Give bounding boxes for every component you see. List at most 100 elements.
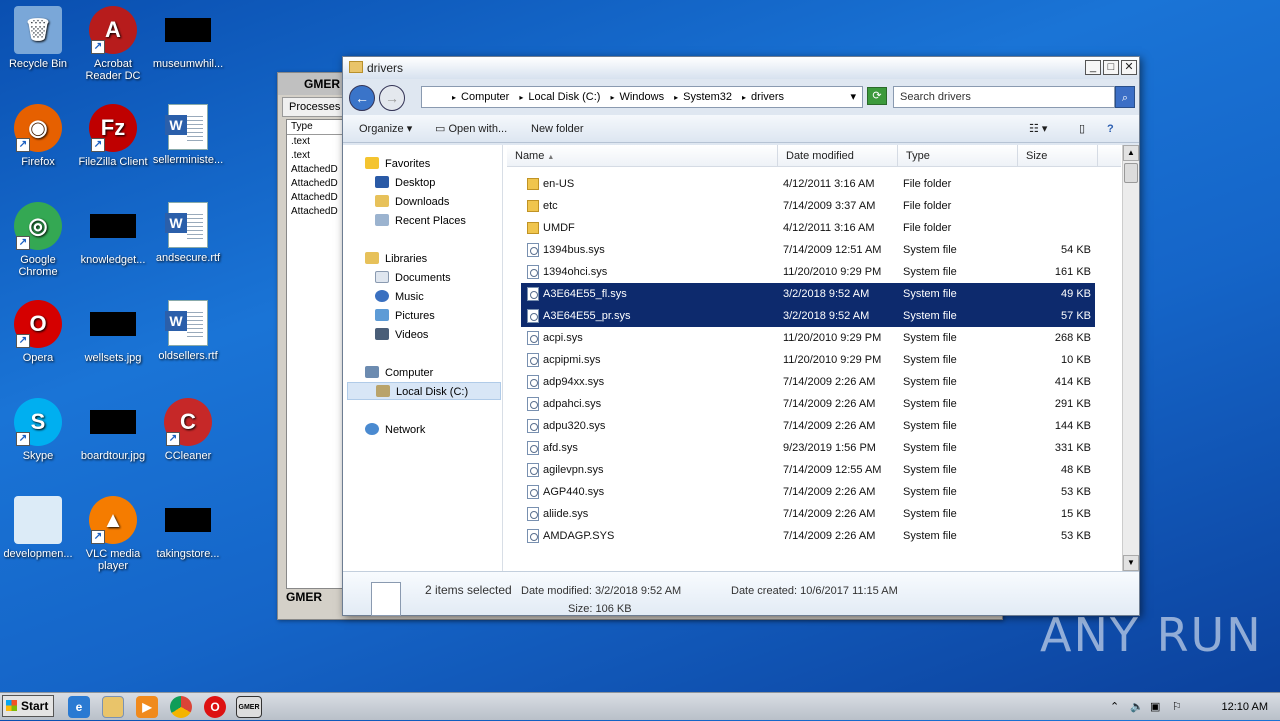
navigation-pane[interactable]: Favorites Desktop Downloads Recent Place… bbox=[343, 145, 503, 571]
nav-desktop[interactable]: Desktop bbox=[375, 174, 435, 192]
close-button[interactable]: ✕ bbox=[1121, 60, 1137, 75]
breadcrumb-item[interactable]: ▸ drivers bbox=[742, 91, 784, 103]
forward-button[interactable]: → bbox=[379, 85, 405, 111]
nav-pictures[interactable]: Pictures bbox=[375, 307, 435, 325]
gmer-row[interactable]: AttachedD bbox=[291, 163, 341, 177]
desktop-icon-7[interactable]: ◎ ↗ Google Chrome bbox=[0, 202, 76, 278]
vertical-scrollbar[interactable]: ▲ ▼ bbox=[1122, 145, 1139, 571]
file-row[interactable]: aliide.sys 7/14/2009 2:26 AM System file 15… bbox=[521, 503, 1095, 525]
desktop-icon-2[interactable]: A ↗ Acrobat Reader DC bbox=[75, 6, 151, 82]
file-row[interactable]: acpipmi.sys 11/20/2010 9:29 PM System file… bbox=[521, 349, 1095, 371]
scroll-up-icon[interactable]: ▲ bbox=[1123, 145, 1139, 161]
gmer-row[interactable]: AttachedD bbox=[291, 205, 341, 219]
explorer-titlebar[interactable]: drivers _ □ ✕ bbox=[343, 57, 1139, 79]
file-row[interactable]: AGP440.sys 7/14/2009 2:26 AM System file 53… bbox=[521, 481, 1095, 503]
desktop-icon-13[interactable]: S ↗ Skype bbox=[0, 398, 76, 462]
gmer-row[interactable]: .text bbox=[291, 135, 341, 149]
media-player-icon[interactable]: ▶ bbox=[136, 696, 158, 718]
gmer-tab-processes[interactable]: Processes bbox=[282, 97, 348, 117]
new-folder-button[interactable]: New folder bbox=[531, 115, 584, 143]
file-row[interactable]: 1394bus.sys 7/14/2009 12:51 AM System file… bbox=[521, 239, 1095, 261]
nav-videos[interactable]: Videos bbox=[375, 326, 428, 344]
network-tray-icon[interactable]: ▣ bbox=[1150, 693, 1160, 721]
gmer-taskbar-icon[interactable]: GMER bbox=[236, 696, 262, 718]
nav-computer[interactable]: Computer bbox=[365, 364, 433, 382]
breadcrumb-item[interactable]: ▸ Local Disk (C:) bbox=[519, 91, 600, 103]
column-date-modified[interactable]: Date modified bbox=[778, 145, 898, 167]
column-type[interactable]: Type bbox=[898, 145, 1018, 167]
chrome-taskbar-icon[interactable] bbox=[170, 696, 192, 718]
desktop-icon-18[interactable]: takingstore... bbox=[150, 496, 226, 560]
scroll-down-icon[interactable]: ▼ bbox=[1123, 555, 1139, 571]
desktop-icon-15[interactable]: C ↗ CCleaner bbox=[150, 398, 226, 462]
nav-downloads[interactable]: Downloads bbox=[375, 193, 449, 211]
nav-local-disk[interactable]: Local Disk (C:) bbox=[347, 382, 501, 400]
start-button[interactable]: Start bbox=[2, 695, 54, 717]
scroll-thumb[interactable] bbox=[1124, 163, 1138, 183]
breadcrumb-item[interactable]: ▸ System32 bbox=[674, 91, 732, 103]
show-hidden-icons[interactable]: ⌃ bbox=[1110, 693, 1119, 721]
desktop-icon-8[interactable]: knowledget... bbox=[75, 202, 151, 266]
file-row[interactable]: en-US 4/12/2011 3:16 AM File folder bbox=[521, 173, 1095, 195]
minimize-button[interactable]: _ bbox=[1085, 60, 1101, 75]
clock[interactable]: 12:10 AM bbox=[1222, 693, 1268, 721]
maximize-button[interactable]: □ bbox=[1103, 60, 1119, 75]
explorer-taskbar-icon[interactable] bbox=[102, 696, 124, 718]
refresh-button[interactable]: ⟳ bbox=[867, 87, 887, 105]
open-with-button[interactable]: ▭ Open with... bbox=[435, 115, 507, 143]
file-row[interactable]: 1394ohci.sys 11/20/2010 9:29 PM System fil… bbox=[521, 261, 1095, 283]
desktop-icon-1[interactable]: 🗑 Recycle Bin bbox=[0, 6, 76, 70]
desktop-icon-4[interactable]: ◉ ↗ Firefox bbox=[0, 104, 76, 168]
file-list[interactable]: Name ▲ Date modified Type Size en-US 4/12… bbox=[507, 145, 1139, 571]
nav-network[interactable]: Network bbox=[365, 421, 425, 439]
desktop-icon-12[interactable]: Woldsellers.rtf bbox=[150, 300, 226, 362]
search-icon[interactable]: ⌕ bbox=[1115, 86, 1135, 108]
nav-recent-places[interactable]: Recent Places bbox=[375, 212, 466, 230]
gmer-row[interactable]: AttachedD bbox=[291, 177, 341, 191]
file-row[interactable]: acpi.sys 11/20/2010 9:29 PM System file 268… bbox=[521, 327, 1095, 349]
column-size[interactable]: Size bbox=[1018, 145, 1098, 167]
view-options-icon[interactable]: ☷ ▾ bbox=[1029, 115, 1047, 143]
nav-libraries[interactable]: Libraries bbox=[365, 250, 427, 268]
preview-pane-icon[interactable]: ▯ bbox=[1079, 115, 1085, 143]
desktop-icon-11[interactable]: wellsets.jpg bbox=[75, 300, 151, 364]
organize-button[interactable]: Organize ▾ bbox=[359, 115, 412, 143]
file-row[interactable]: agilevpn.sys 7/14/2009 12:55 AM System fil… bbox=[521, 459, 1095, 481]
desktop-icon-10[interactable]: O ↗ Opera bbox=[0, 300, 76, 364]
breadcrumb-item[interactable]: ▸ Computer bbox=[452, 91, 509, 103]
nav-favorites[interactable]: Favorites bbox=[365, 155, 430, 173]
gmer-list[interactable]: Type .text .text AttachedD AttachedD Attache… bbox=[286, 119, 346, 589]
file-row[interactable]: AMDAGP.SYS 7/14/2009 2:26 AM System file 53… bbox=[521, 525, 1095, 547]
gmer-row[interactable]: .text bbox=[291, 149, 341, 163]
gmer-row[interactable]: AttachedD bbox=[291, 191, 341, 205]
search-input[interactable]: Search drivers bbox=[893, 86, 1115, 108]
address-bar[interactable]: ▸ Computer ▸ Local Disk (C:) ▸ Windows ▸ System… bbox=[421, 86, 863, 108]
file-row[interactable]: A3E64E55_fl.sys 3/2/2018 9:52 AM System fi… bbox=[521, 283, 1095, 305]
file-row[interactable]: adpu320.sys 7/14/2009 2:26 AM System file 1… bbox=[521, 415, 1095, 437]
desktop-icon-6[interactable]: Wsellerministe... bbox=[150, 104, 226, 166]
desktop-icon-16[interactable]: developmen... bbox=[0, 496, 76, 560]
file-row[interactable]: adpahci.sys 7/14/2009 2:26 AM System file 2… bbox=[521, 393, 1095, 415]
desktop-icon-14[interactable]: boardtour.jpg bbox=[75, 398, 151, 462]
opera-taskbar-icon[interactable]: O bbox=[204, 696, 226, 718]
explorer-window[interactable]: drivers _ □ ✕ ← → ▸ Computer ▸ Local Disk (… bbox=[342, 56, 1140, 616]
help-icon[interactable]: ? bbox=[1107, 115, 1114, 143]
file-row[interactable]: UMDF 4/12/2011 3:16 AM File folder bbox=[521, 217, 1095, 239]
column-name[interactable]: Name ▲ bbox=[507, 145, 778, 167]
desktop-icon-17[interactable]: ▲ ↗ VLC media player bbox=[75, 496, 151, 572]
breadcrumb-item[interactable]: ▸ Windows bbox=[610, 91, 664, 103]
nav-music[interactable]: Music bbox=[375, 288, 424, 306]
nav-documents[interactable]: Documents bbox=[375, 269, 451, 287]
back-button[interactable]: ← bbox=[349, 85, 375, 111]
file-row[interactable]: A3E64E55_pr.sys 3/2/2018 9:52 AM System fi… bbox=[521, 305, 1095, 327]
file-row[interactable]: afd.sys 9/23/2019 1:56 PM System file 331 K… bbox=[521, 437, 1095, 459]
gmer-column-type[interactable]: Type bbox=[287, 120, 345, 135]
ie-icon[interactable]: e bbox=[68, 696, 90, 718]
address-dropdown-icon[interactable]: ▾ bbox=[850, 87, 856, 107]
file-row[interactable]: etc 7/14/2009 3:37 AM File folder bbox=[521, 195, 1095, 217]
speaker-icon[interactable]: 🔈 bbox=[1130, 693, 1144, 721]
file-row[interactable]: adp94xx.sys 7/14/2009 2:26 AM System file 4… bbox=[521, 371, 1095, 393]
desktop-icon-9[interactable]: Wandsecure.rtf bbox=[150, 202, 226, 264]
action-center-flag-icon[interactable]: ⚐ bbox=[1172, 693, 1182, 721]
desktop-icon-3[interactable]: museumwhil... bbox=[150, 6, 226, 70]
